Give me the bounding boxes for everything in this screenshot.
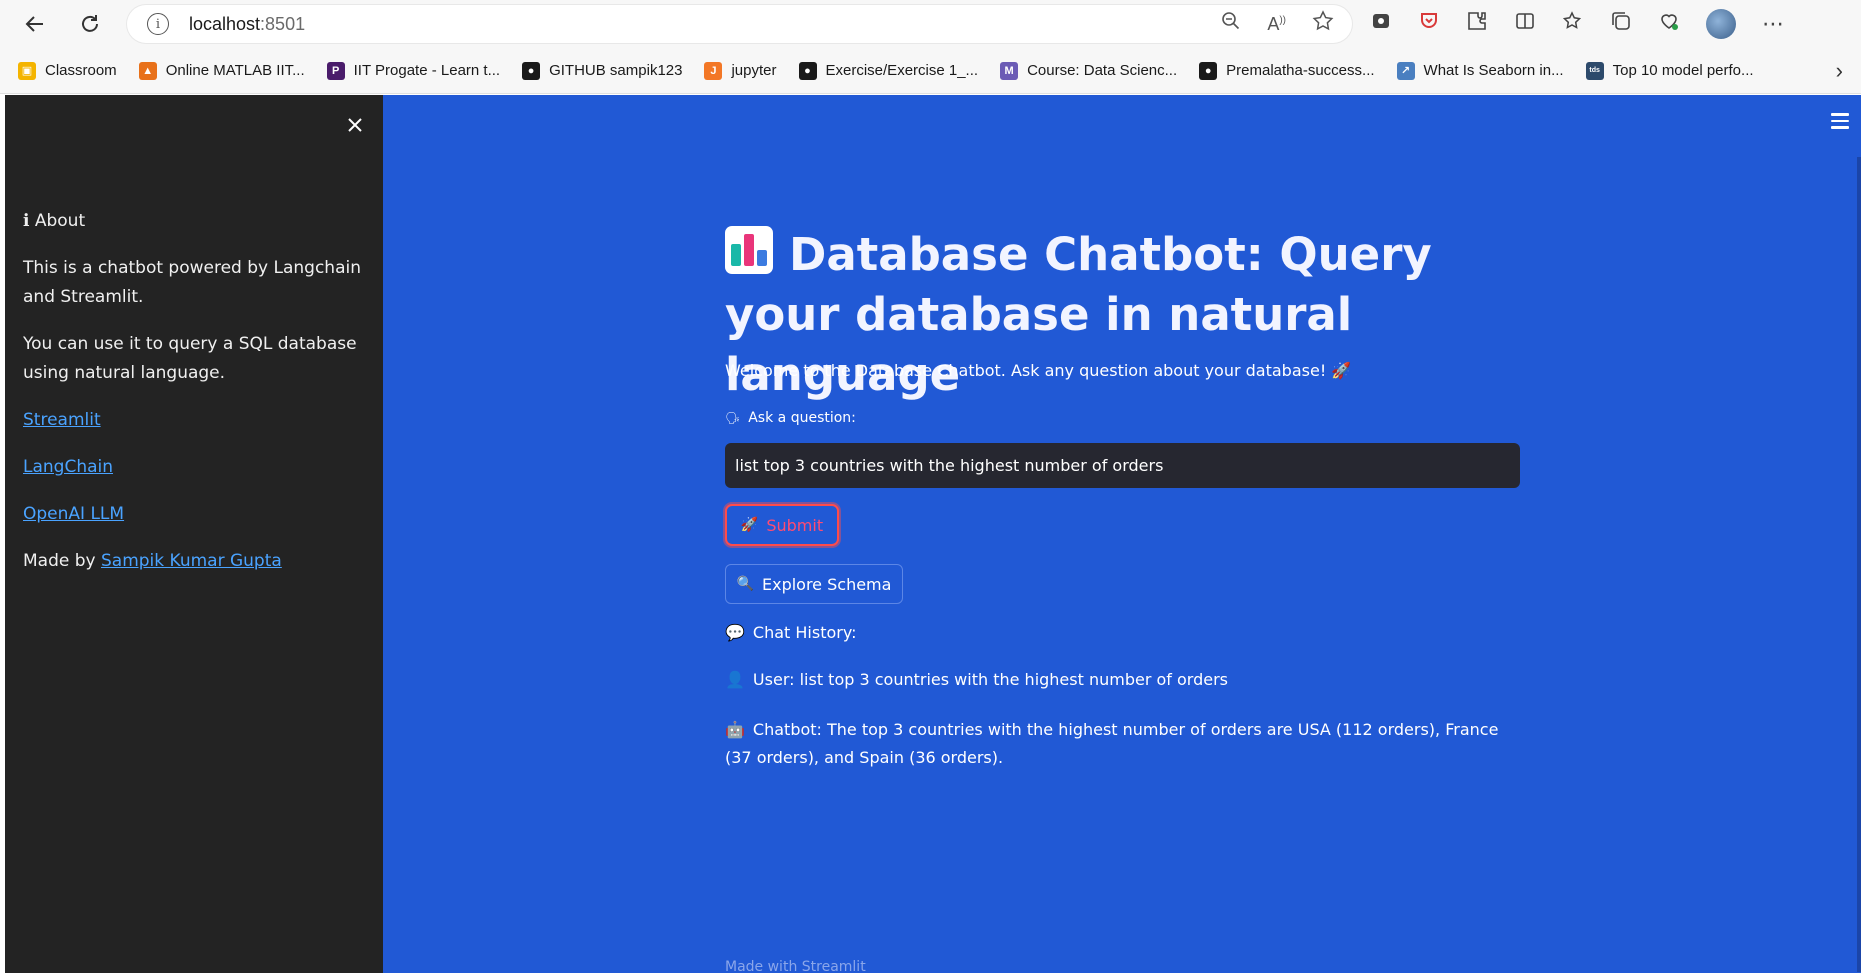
back-icon[interactable]: [15, 4, 55, 44]
bookmark-label: Top 10 model perfo...: [1612, 62, 1754, 79]
bookmark-label: IIT Progate - Learn t...: [353, 62, 501, 79]
url-text: localhost:8501: [189, 13, 306, 34]
bookmark-label: Online MATLAB IIT...: [165, 62, 305, 79]
bookmark-favicon-icon: ●: [522, 61, 541, 80]
bookmark-favicon-icon: M: [1000, 61, 1019, 80]
rocket-icon: 🚀: [740, 517, 759, 533]
about-heading: ℹ About: [23, 211, 86, 231]
bookmark-favicon-icon: ▣: [18, 61, 36, 80]
bookmark-label: GITHUB sampik123: [549, 62, 683, 79]
about-para-1: This is a chatbot powered by Langchain a…: [23, 258, 361, 307]
bookmark-label: Exercise/Exercise 1_...: [825, 62, 979, 79]
collections-icon[interactable]: [1610, 10, 1632, 38]
bookmark-label: Course: Data Scienc...: [1027, 62, 1178, 79]
extensions-icon[interactable]: [1466, 10, 1488, 38]
speaking-head-icon: 🗣: [725, 411, 741, 425]
ask-question-label: 🗣 Ask a question:: [725, 410, 856, 426]
close-sidebar-icon[interactable]: [347, 109, 363, 140]
question-input[interactable]: list top 3 countries with the highest nu…: [725, 443, 1520, 488]
favorite-star-icon[interactable]: [1312, 10, 1334, 38]
bookmark-favicon-icon: ↗: [1396, 61, 1415, 80]
bookmark-item[interactable]: ● Exercise/Exercise 1_...: [798, 61, 979, 80]
bookmark-favicon-icon: ●: [798, 61, 817, 80]
submit-button[interactable]: 🚀 Submit: [725, 504, 839, 546]
bookmark-favicon-icon: tds: [1585, 61, 1604, 80]
user-icon: 👤: [725, 670, 745, 689]
main-content: Database Chatbot: Query your database in…: [383, 95, 1861, 975]
split-screen-icon[interactable]: [1514, 10, 1536, 38]
bookmark-item[interactable]: tds Top 10 model perfo...: [1585, 61, 1754, 80]
bookmark-label: What Is Seaborn in...: [1423, 62, 1564, 79]
bookmark-favicon-icon: P: [326, 61, 345, 80]
browser-toolbar: i localhost:8501 A)) ⋯: [0, 0, 1861, 48]
about-para-2: You can use it to query a SQL database u…: [23, 334, 357, 383]
magnifier-icon: 🔍: [736, 576, 754, 592]
bookmark-label: jupyter: [731, 62, 777, 79]
site-info-icon[interactable]: i: [147, 13, 169, 35]
favorites-icon[interactable]: [1562, 10, 1584, 38]
bookmarks-overflow-chevron-icon[interactable]: ›: [1836, 58, 1843, 84]
bookmark-favicon-icon: ●: [1199, 61, 1218, 80]
sidebar: ℹ About This is a chatbot powered by Lan…: [5, 95, 383, 973]
made-by-text: Made by Sampik Kumar Gupta: [23, 551, 282, 571]
bookmark-favicon-icon: J: [704, 61, 723, 80]
bookmark-item[interactable]: M Course: Data Scienc...: [1000, 61, 1178, 80]
bookmark-item[interactable]: P IIT Progate - Learn t...: [326, 61, 501, 80]
scrollbar[interactable]: [1857, 157, 1861, 972]
hamburger-menu-icon[interactable]: [1831, 113, 1849, 133]
robot-icon: 🤖: [725, 720, 745, 739]
explore-schema-button[interactable]: 🔍 Explore Schema: [725, 564, 903, 604]
langchain-link[interactable]: LangChain: [23, 457, 113, 477]
openai-llm-link[interactable]: OpenAI LLM: [23, 504, 124, 524]
chatbot-message: 🤖 Chatbot: The top 3 countries with the h…: [725, 716, 1520, 772]
extension-1-icon[interactable]: [1370, 10, 1392, 38]
bookmark-item[interactable]: ▲ Online MATLAB IIT...: [138, 61, 305, 80]
bookmark-item[interactable]: ● GITHUB sampik123: [522, 61, 683, 80]
author-link[interactable]: Sampik Kumar Gupta: [101, 551, 282, 571]
bookmarks-bar: ▣ Classroom ▲ Online MATLAB IIT... P IIT Prog…: [0, 48, 1861, 94]
welcome-text: Welcome to the Database Chatbot. Ask any…: [725, 361, 1352, 380]
read-aloud-icon[interactable]: A)): [1267, 14, 1286, 35]
bookmark-label: Premalatha-success...: [1226, 62, 1375, 79]
bookmark-item[interactable]: ↗ What Is Seaborn in...: [1396, 61, 1564, 80]
pocket-icon[interactable]: [1418, 10, 1440, 38]
settings-more-icon[interactable]: ⋯: [1762, 11, 1784, 37]
footer-text: Made with Streamlit: [725, 959, 866, 975]
zoom-out-icon[interactable]: [1221, 11, 1241, 37]
speech-bubble-icon: 💬: [725, 623, 745, 642]
bookmark-favicon-icon: ▲: [138, 61, 157, 80]
bookmark-item[interactable]: Jjupyter: [704, 61, 777, 80]
bookmark-item[interactable]: ▣ Classroom: [18, 61, 117, 80]
browser-essentials-icon[interactable]: [1658, 10, 1680, 38]
bookmark-item[interactable]: ● Premalatha-success...: [1199, 61, 1375, 80]
chat-history-label: 💬 Chat History:: [725, 623, 857, 642]
address-bar[interactable]: i localhost:8501 A)): [127, 5, 1352, 43]
refresh-icon[interactable]: [70, 4, 110, 44]
streamlit-link[interactable]: Streamlit: [23, 410, 101, 430]
profile-avatar[interactable]: [1706, 9, 1736, 39]
user-message: 👤 User: list top 3 countries with the hig…: [725, 670, 1229, 689]
bar-chart-icon: [725, 226, 773, 274]
bookmark-label: Classroom: [45, 62, 117, 79]
